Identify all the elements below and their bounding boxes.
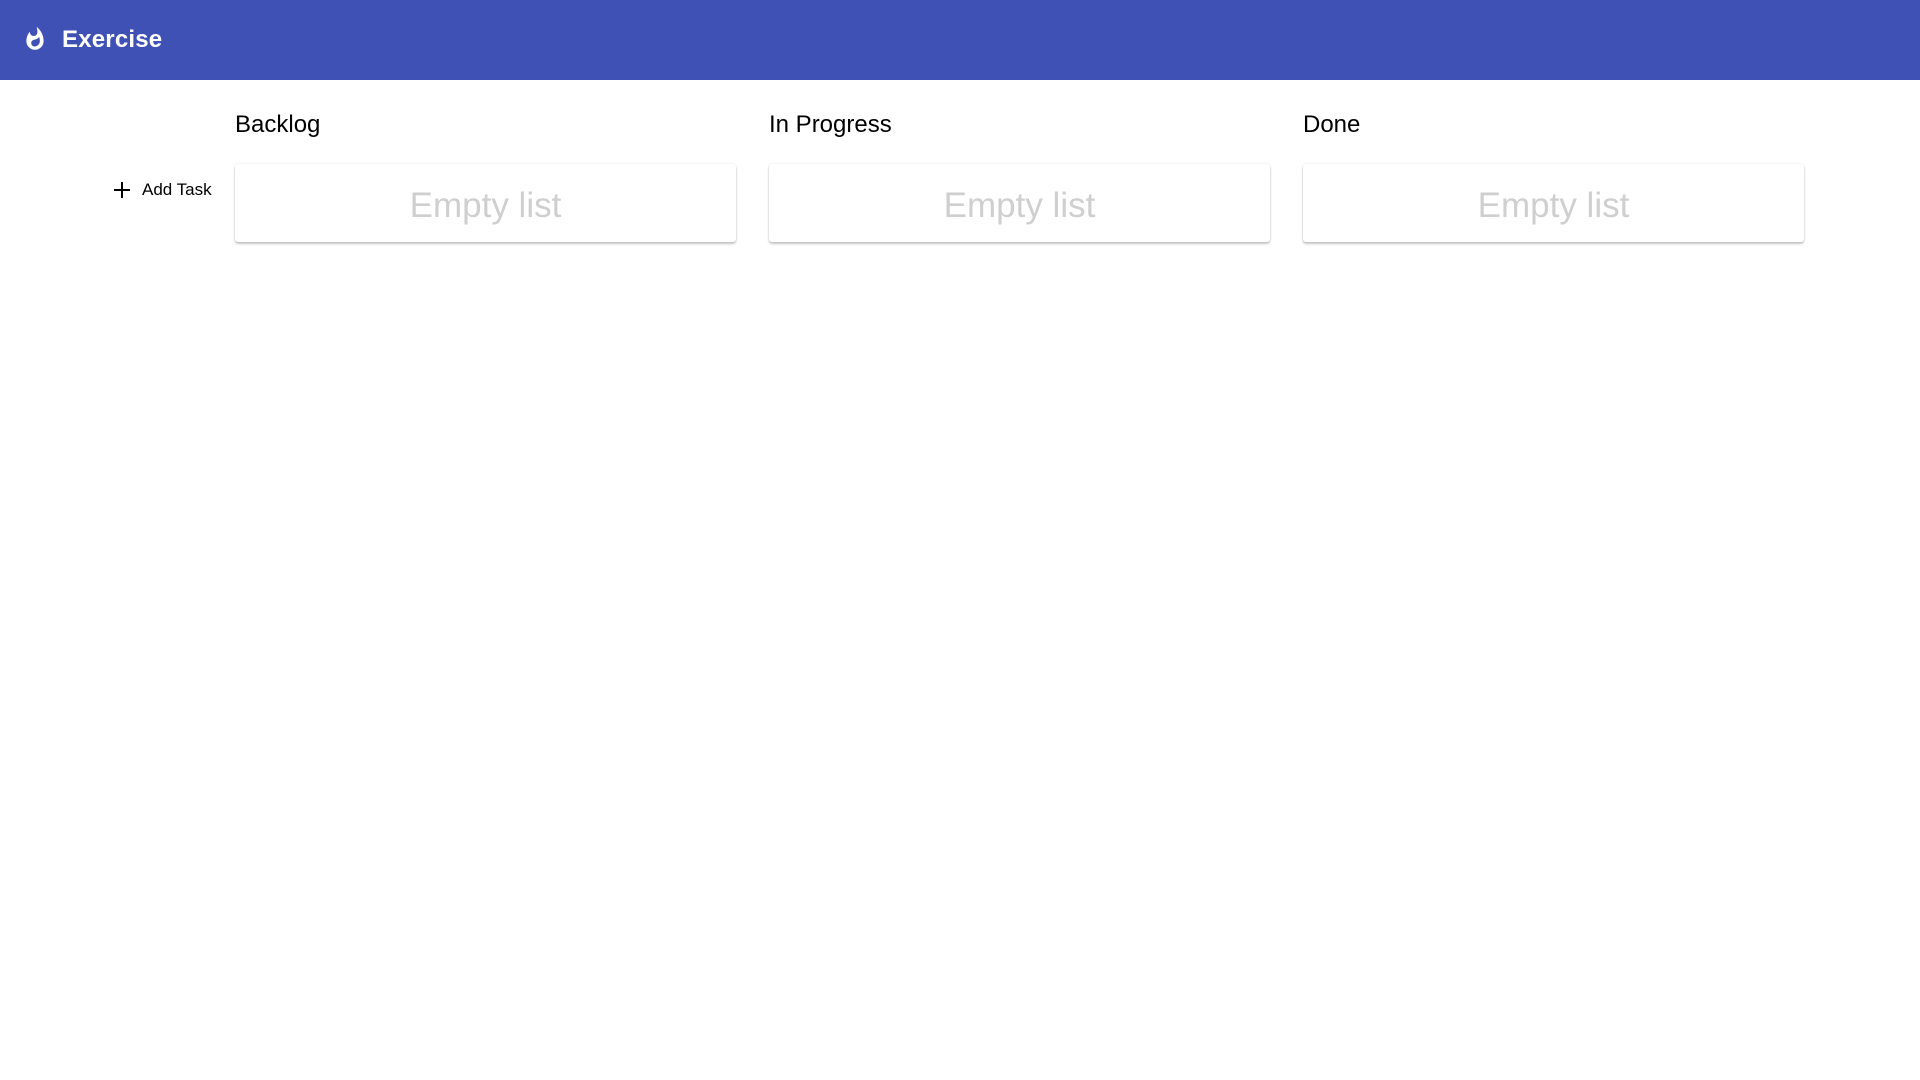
- column-backlog: Backlog Empty list: [235, 108, 736, 242]
- plus-icon: [112, 180, 132, 200]
- add-task-button[interactable]: Add Task: [108, 176, 216, 204]
- app-title: Exercise: [62, 26, 163, 53]
- empty-list-text: Empty list: [1477, 186, 1630, 225]
- column-title: In Progress: [769, 111, 892, 138]
- add-task-label: Add Task: [142, 180, 212, 199]
- column-title: Done: [1303, 111, 1361, 138]
- task-list[interactable]: Empty list: [235, 164, 736, 242]
- empty-list-text: Empty list: [943, 186, 1096, 225]
- empty-list-text: Empty list: [409, 186, 562, 225]
- task-list[interactable]: Empty list: [1303, 164, 1804, 242]
- column-title: Backlog: [235, 111, 321, 138]
- column-done: Done Empty list: [1303, 108, 1804, 242]
- flame-icon: [22, 26, 48, 54]
- app-toolbar: Exercise: [0, 0, 1920, 80]
- task-list[interactable]: Empty list: [769, 164, 1270, 242]
- column-in-progress: In Progress Empty list: [769, 108, 1270, 242]
